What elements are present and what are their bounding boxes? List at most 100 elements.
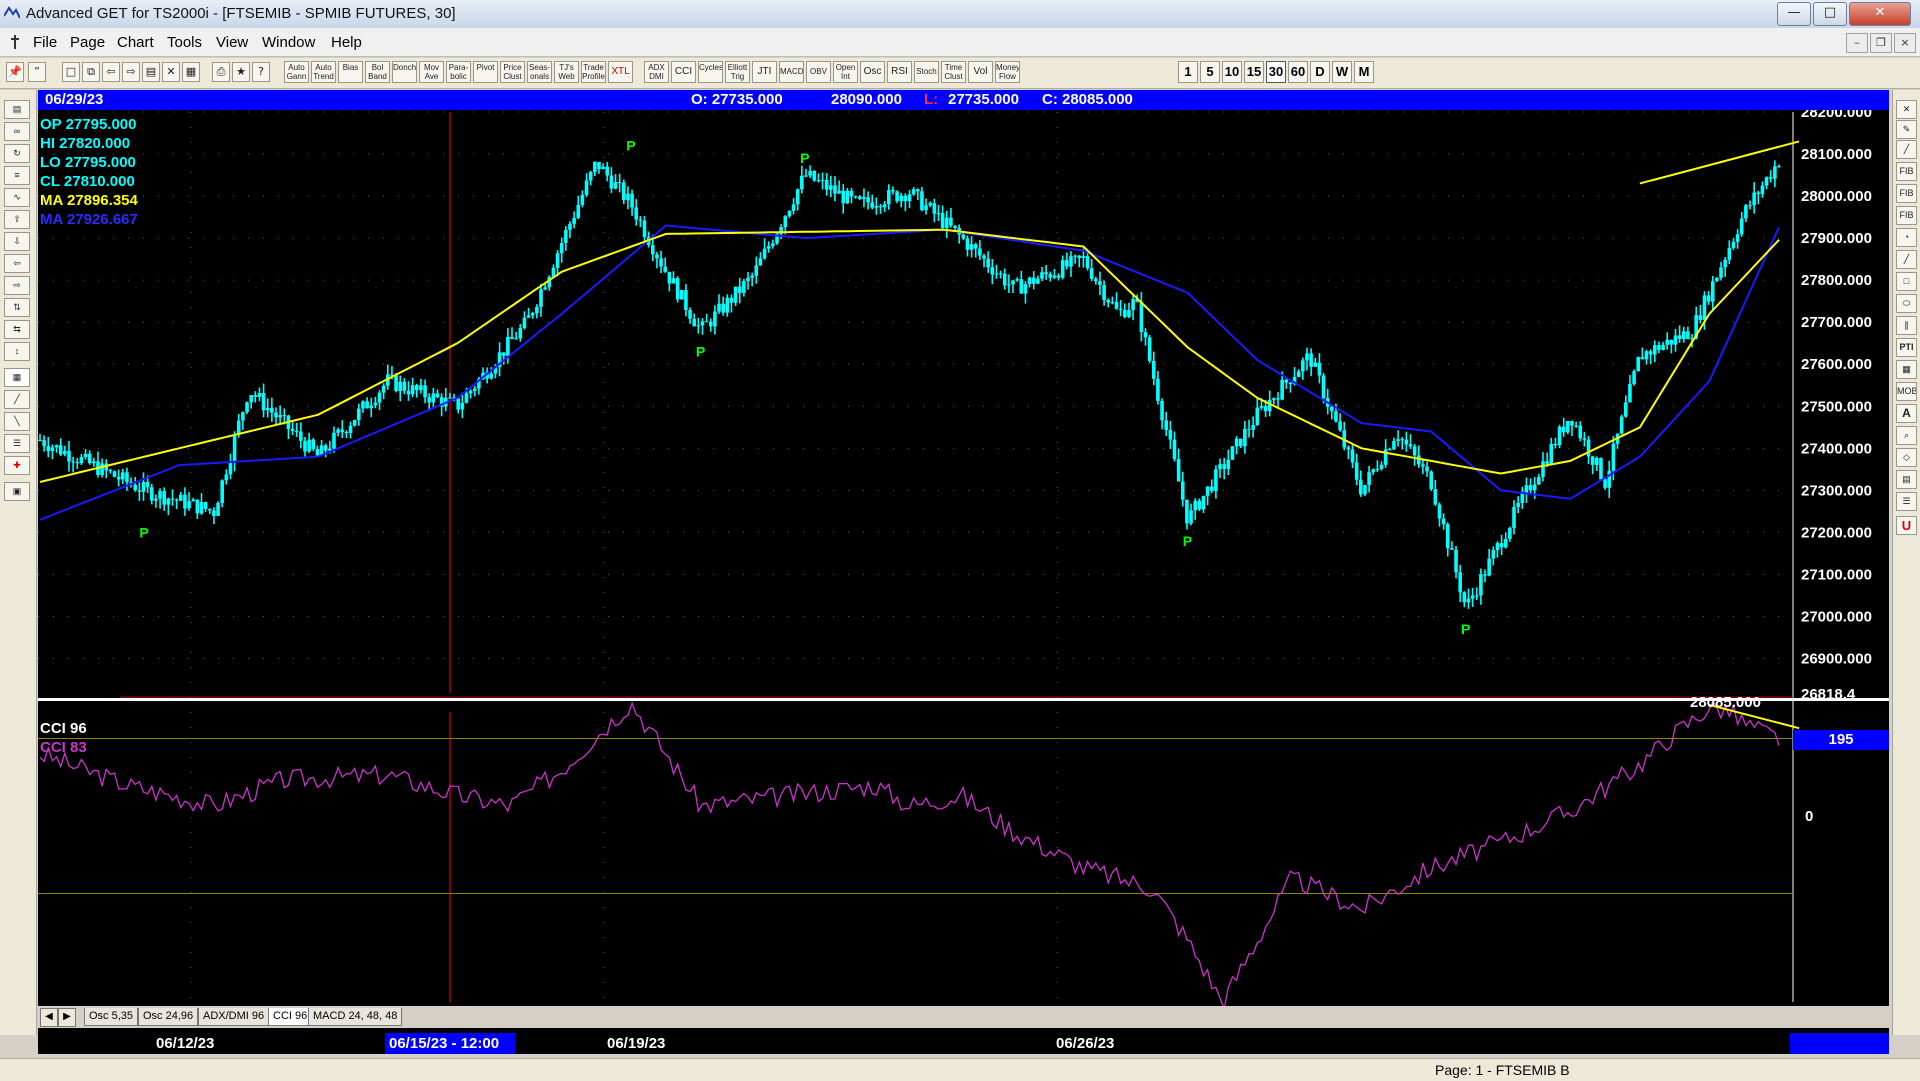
study-xtl[interactable]: XTL xyxy=(608,61,633,83)
calculator-icon[interactable]: ▤ xyxy=(1896,470,1917,489)
notes-icon[interactable]: ☰ xyxy=(1896,492,1917,511)
timeframe-m[interactable]: M xyxy=(1354,61,1374,83)
menu-window[interactable]: Window xyxy=(262,34,315,51)
text-icon[interactable]: A xyxy=(1896,404,1917,423)
print-icon[interactable]: ⎙ xyxy=(212,62,230,82)
split-vertical-icon[interactable]: ⇅ xyxy=(4,298,30,317)
bulb-icon[interactable]: ★ xyxy=(232,62,250,82)
tab-cci-96[interactable]: CCI 96 xyxy=(268,1008,313,1026)
pin-icon[interactable]: 📌 xyxy=(6,62,24,82)
settings-icon[interactable]: ▣ xyxy=(4,482,30,501)
new-page-icon[interactable]: □ xyxy=(62,62,80,82)
tab-adx-dmi-96[interactable]: ADX/DMI 96 xyxy=(198,1008,270,1026)
menu-help[interactable]: Help xyxy=(331,34,362,51)
crosshair-icon[interactable]: ✚ xyxy=(4,456,30,475)
study-bias[interactable]: Bias xyxy=(338,61,363,83)
pencil-icon[interactable]: ✎ xyxy=(1896,120,1917,139)
menu-chart[interactable]: Chart xyxy=(117,34,154,51)
menu-tools[interactable]: Tools xyxy=(167,34,202,51)
study-auto-trend[interactable]: Auto Trend xyxy=(311,61,336,83)
study-open-int[interactable]: Open Int xyxy=(833,61,858,83)
tab-next-button[interactable]: ▶ xyxy=(58,1008,76,1027)
study-seasonals[interactable]: Seas-onals xyxy=(527,61,552,83)
study-macd[interactable]: MACD xyxy=(779,61,804,83)
menu-view[interactable]: View xyxy=(216,34,248,51)
timeframe-5[interactable]: 5 xyxy=(1200,61,1220,83)
fib-ret-icon[interactable]: FIB xyxy=(1896,162,1917,181)
split-horizontal-icon[interactable]: ⇆ xyxy=(4,320,30,339)
menu-page[interactable]: Page xyxy=(70,34,105,51)
tab-macd[interactable]: MACD 24, 48, 48 xyxy=(308,1008,403,1026)
study-pivot[interactable]: Pivot xyxy=(473,61,498,83)
gann-icon[interactable]: ╲ xyxy=(4,412,30,431)
cross-icon[interactable]: ✕ xyxy=(1896,100,1917,119)
study-price-clust[interactable]: Price Clust xyxy=(500,61,525,83)
grid-view-icon[interactable]: ▦ xyxy=(4,368,30,387)
channel-icon[interactable]: ∥ xyxy=(1896,316,1917,335)
mdi-close-button[interactable]: × xyxy=(1894,33,1916,53)
timeframe-1[interactable]: 1 xyxy=(1178,61,1198,83)
timeframe-d[interactable]: D xyxy=(1310,61,1330,83)
forward-icon[interactable]: ⇨ xyxy=(122,62,140,82)
arrow-left-icon[interactable]: ⇦ xyxy=(4,254,30,273)
study-rsi[interactable]: RSI xyxy=(887,61,912,83)
elliott-icon[interactable]: ∿ xyxy=(4,188,30,207)
study-osc[interactable]: Osc xyxy=(860,61,885,83)
tab-osc-24-96[interactable]: Osc 24,96 xyxy=(138,1008,199,1026)
copy-icon[interactable]: ⧉ xyxy=(82,62,100,82)
fan-icon[interactable]: ╱ xyxy=(1896,250,1917,269)
trendline-icon[interactable]: ╱ xyxy=(1896,140,1917,159)
fib-icon[interactable]: ☰ xyxy=(4,434,30,453)
rectangle-icon[interactable]: □ xyxy=(1896,272,1917,291)
zoom-icon[interactable]: ⌕ xyxy=(1896,426,1917,445)
magnet-icon[interactable]: U xyxy=(1896,516,1917,535)
maximize-button[interactable]: □ xyxy=(1813,2,1847,26)
back-icon[interactable]: ⇦ xyxy=(102,62,120,82)
study-stoch[interactable]: Stoch xyxy=(914,61,939,83)
fib-time-icon[interactable]: FIB xyxy=(1896,206,1917,225)
mob-icon[interactable]: MOB xyxy=(1896,382,1917,401)
study-trade-profile[interactable]: Trade Profile xyxy=(581,61,606,83)
folder-icon[interactable]: ▤ xyxy=(4,100,30,119)
ellipse-icon[interactable]: ⬭ xyxy=(1896,294,1917,313)
pti-icon[interactable]: PTI xyxy=(1896,338,1917,357)
close-button[interactable]: ✕ xyxy=(1849,2,1911,26)
minimize-button[interactable]: — xyxy=(1777,2,1811,26)
menu-file[interactable]: File xyxy=(33,34,57,51)
arc-icon[interactable]: ◔ xyxy=(1896,228,1917,247)
quote-icon[interactable]: ” xyxy=(28,62,46,82)
layout-icon[interactable]: ▤ xyxy=(142,62,160,82)
reset-icon[interactable]: ↻ xyxy=(4,144,30,163)
timeframe-15[interactable]: 15 xyxy=(1244,61,1264,83)
arrow-right-icon[interactable]: ⇨ xyxy=(4,276,30,295)
grid-icon[interactable]: ▦ xyxy=(182,62,200,82)
study-adx-dmi[interactable]: ADX DMI xyxy=(644,61,669,83)
arrow-up-icon[interactable]: ⇧ xyxy=(4,210,30,229)
study-elliott-trig[interactable]: Elliott Trig xyxy=(725,61,750,83)
study-tjs-web[interactable]: TJ's Web xyxy=(554,61,579,83)
mdi-restore-button[interactable]: ❐ xyxy=(1870,33,1892,53)
study-bol-band[interactable]: Bol Band xyxy=(365,61,390,83)
grid-icon[interactable]: ▦ xyxy=(1896,360,1917,379)
study-mov-ave[interactable]: Mov Ave xyxy=(419,61,444,83)
study-obv[interactable]: OBV xyxy=(806,61,831,83)
study-money-flow[interactable]: Money Flow xyxy=(995,61,1020,83)
tab-osc-5-35[interactable]: Osc 5,35 xyxy=(84,1008,139,1026)
mdi-minimize-button[interactable]: – xyxy=(1846,33,1868,53)
study-auto-gann[interactable]: Auto Gann xyxy=(284,61,309,83)
study-parabolic[interactable]: Para-bolic xyxy=(446,61,471,83)
delete-icon[interactable]: ✕ xyxy=(162,62,180,82)
study-cci[interactable]: CCI xyxy=(671,61,696,83)
timeframe-10[interactable]: 10 xyxy=(1222,61,1242,83)
eraser-icon[interactable]: ◇ xyxy=(1896,448,1917,467)
tab-prev-button[interactable]: ◀ xyxy=(40,1008,58,1027)
binoculars-icon[interactable]: ∞ xyxy=(4,122,30,141)
study-vol[interactable]: Vol xyxy=(968,61,993,83)
timeframe-w[interactable]: W xyxy=(1332,61,1352,83)
timeframe-60[interactable]: 60 xyxy=(1288,61,1308,83)
study-cycles[interactable]: Cycles xyxy=(698,61,723,83)
timeframe-30[interactable]: 30 xyxy=(1266,61,1286,83)
arrow-down-icon[interactable]: ⇩ xyxy=(4,232,30,251)
price-chart[interactable]: 28200.00028100.00028000.00027900.0002780… xyxy=(38,90,1889,1034)
zoom-vertical-icon[interactable]: ↕ xyxy=(4,342,30,361)
